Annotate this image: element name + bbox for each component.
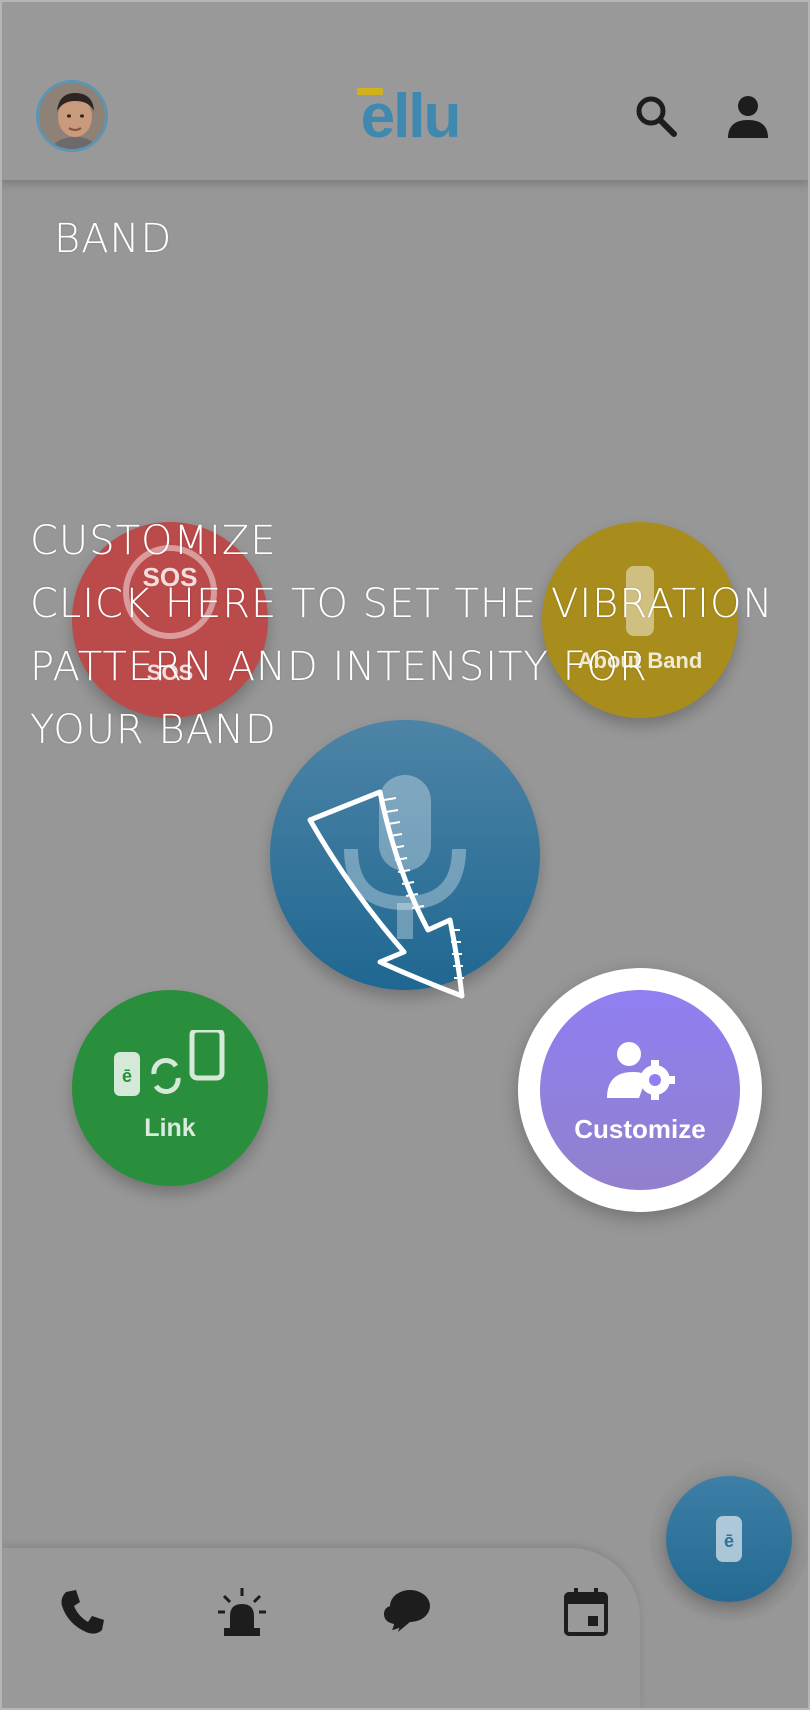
- user-avatar[interactable]: [36, 80, 108, 152]
- coach-line-2: PATTERN AND INTENSITY FOR: [30, 644, 648, 690]
- user-gear-icon: [607, 1041, 675, 1100]
- customize-button[interactable]: Customize: [540, 990, 740, 1190]
- link-band-phone-icon: ē: [114, 1030, 225, 1096]
- link-button[interactable]: ē Link: [72, 990, 268, 1186]
- coach-line-3: YOUR BAND: [30, 707, 277, 753]
- hand-drawn-arrow-icon: [307, 789, 465, 999]
- coach-title: CUSTOMIZE: [30, 518, 277, 564]
- coach-line-1: CLICK HERE TO SET THE VIBRATION: [30, 581, 774, 627]
- search-icon[interactable]: [632, 92, 680, 140]
- link-label: Link: [144, 1114, 196, 1142]
- person-icon[interactable]: [724, 92, 772, 140]
- svg-text:ē: ē: [122, 1066, 132, 1086]
- logo-accent-bar: [357, 88, 383, 95]
- phone-icon[interactable]: [56, 1586, 108, 1638]
- band-fab-button[interactable]: ē: [666, 1476, 792, 1602]
- alarm-light-icon[interactable]: [216, 1586, 268, 1638]
- customize-label: Customize: [574, 1113, 706, 1144]
- band-icon: ē: [716, 1516, 742, 1562]
- chat-icon[interactable]: [380, 1586, 432, 1638]
- calendar-icon[interactable]: [560, 1586, 612, 1638]
- fab-text: ē: [724, 1531, 734, 1551]
- coach-band-label: BAND: [54, 216, 173, 262]
